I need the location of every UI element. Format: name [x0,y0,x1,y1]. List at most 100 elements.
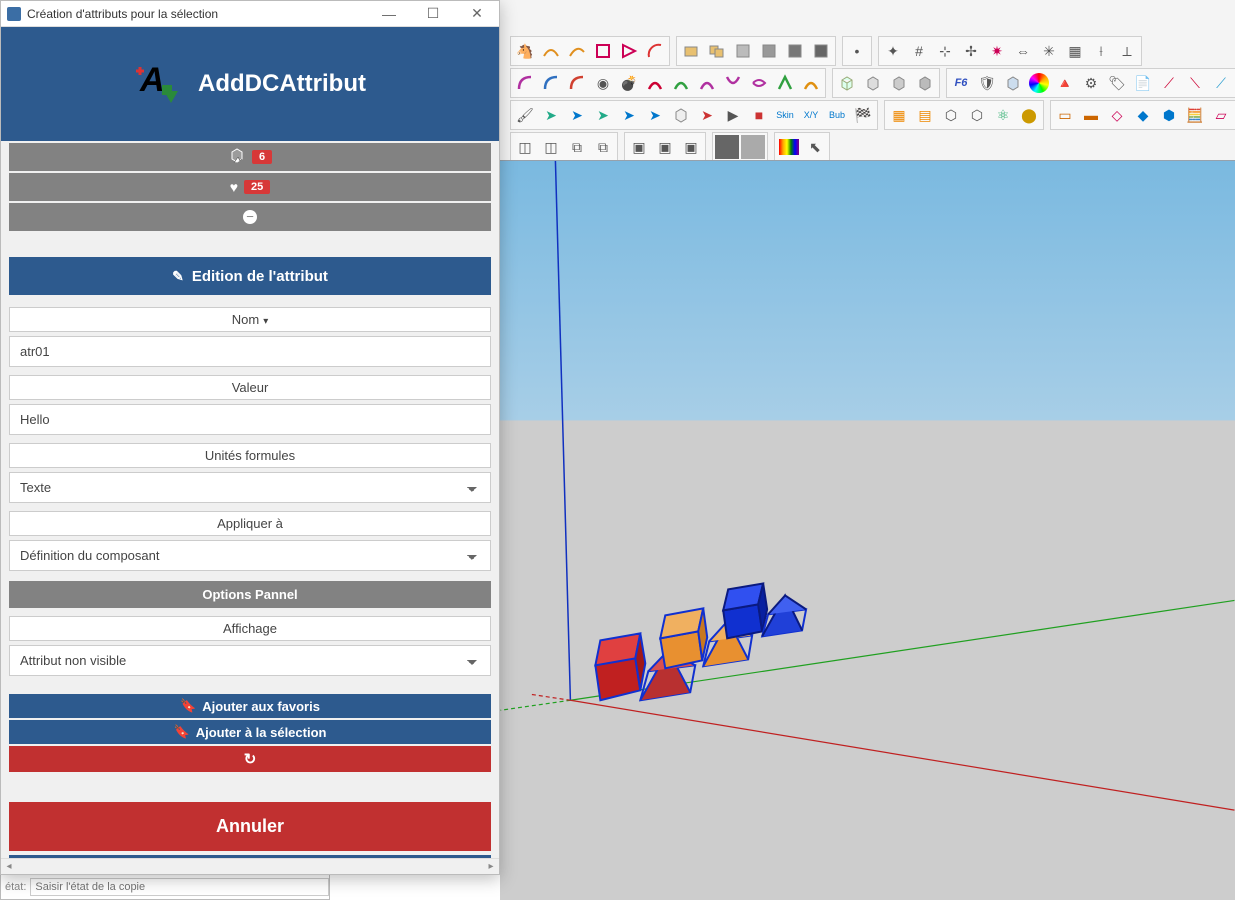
tool-dot-icon[interactable]: • [845,39,869,63]
tool-layer3-icon[interactable]: ▣ [679,135,703,159]
tool-shade1-icon[interactable] [715,135,739,159]
tool-comp4-icon[interactable]: ⧉ [591,135,615,159]
tool-shade2-icon[interactable] [741,135,765,159]
options-panel-button[interactable]: Options Pannel [9,581,491,608]
tool-skin-icon[interactable]: Skin [773,103,797,127]
tool-colorwheel-icon[interactable] [1027,71,1051,95]
tool-arc3-icon[interactable] [565,71,589,95]
scroll-right-icon[interactable]: ▸ [483,859,499,875]
tool-cube3-icon[interactable] [887,71,911,95]
tool-tag-icon[interactable]: 🏷 [1105,71,1129,95]
tool-measure-icon[interactable]: ⟂ [1115,39,1139,63]
tool-hex-icon[interactable]: ⬢ [1157,103,1181,127]
value-input[interactable] [9,404,491,435]
tool-arc2-icon[interactable] [539,71,563,95]
tool-move1-icon[interactable]: ⇔ [1011,39,1035,63]
apply-select[interactable]: Définition du composant [9,540,491,571]
tool-comp1-icon[interactable]: ◫ [513,135,537,159]
maximize-button[interactable]: ☐ [411,1,455,27]
tool-cube5-icon[interactable] [1001,71,1025,95]
tool-box6-icon[interactable] [809,39,833,63]
tool-grid4-icon[interactable]: ▤ [913,103,937,127]
tool-brush-icon[interactable]: 🖌 [513,103,537,127]
tool-axis2-icon[interactable]: ✢ [959,39,983,63]
3d-viewport[interactable] [500,160,1235,900]
collapse-bar[interactable]: − [9,203,491,231]
tool-bub-icon[interactable]: Bub [825,103,849,127]
tool-diamond1-icon[interactable]: ◇ [1105,103,1129,127]
display-select[interactable]: Attribut non visible [9,645,491,676]
tool-slash2-icon[interactable]: ⟍ [1183,71,1207,95]
units-select[interactable]: Texte [9,472,491,503]
cancel-button[interactable]: Annuler [9,802,491,851]
tool-rect1-icon[interactable]: ▭ [1053,103,1077,127]
tool-rainbow-icon[interactable] [777,135,801,159]
tool-target-icon[interactable]: ◉ [591,71,615,95]
model-pyramid-blue[interactable] [762,595,806,636]
tool-flag-icon[interactable]: 🏁 [851,103,875,127]
tool-arc7-icon[interactable] [721,71,745,95]
tool-shape1-icon[interactable] [591,39,615,63]
tool-arc10-icon[interactable] [799,71,823,95]
tool-box5-icon[interactable] [783,39,807,63]
model-cube-red[interactable] [595,633,645,700]
tool-slash3-icon[interactable]: ⟋ [1209,71,1233,95]
tool-arc5-icon[interactable] [669,71,693,95]
tool-arc4-icon[interactable] [643,71,667,95]
tool-slash1-icon[interactable]: ⟋ [1157,71,1181,95]
tool-comp3-icon[interactable]: ⧉ [565,135,589,159]
tool-box1-icon[interactable] [679,39,703,63]
tool-arc6-icon[interactable] [695,71,719,95]
tool-arc9-icon[interactable] [773,71,797,95]
tool-layer1-icon[interactable]: ▣ [627,135,651,159]
name-label[interactable]: Nom▾ [9,307,491,332]
tool-box2-icon[interactable] [705,39,729,63]
tool-gear-icon[interactable]: ⚙ [1079,71,1103,95]
tool-layer2-icon[interactable]: ▣ [653,135,677,159]
tool-xy-icon[interactable]: X/Y [799,103,823,127]
tool-arc8-icon[interactable] [747,71,771,95]
components-count-bar[interactable]: 6 [9,143,491,171]
tool-arc-icon[interactable] [643,39,667,63]
tool-arrow5-icon[interactable]: ➤ [643,103,667,127]
tool-axis1-icon[interactable]: ⊹ [933,39,957,63]
tool-f6-icon[interactable]: F6 [949,71,973,95]
tool-comp2-icon[interactable]: ◫ [539,135,563,159]
minimize-button[interactable]: — [367,1,411,27]
create-list-button[interactable]: Créer la liste d'attributs [9,855,491,858]
tool-grid2-icon[interactable]: ▦ [1063,39,1087,63]
favorites-count-bar[interactable]: ♥ 25 [9,173,491,201]
tool-rect2-icon[interactable]: ▬ [1079,103,1103,127]
tool-calc-icon[interactable]: 🧮 [1183,103,1207,127]
etat-input[interactable] [30,878,329,896]
model-cube-blue[interactable] [723,583,767,638]
tool-grid3-icon[interactable]: ▦ [887,103,911,127]
tool-arrow3-icon[interactable]: ➤ [591,103,615,127]
tool-origin-icon[interactable]: ✦ [881,39,905,63]
tool-note-icon[interactable]: ▱ [1209,103,1233,127]
tool-cube1-icon[interactable] [835,71,859,95]
tool-cube6-icon[interactable] [669,103,693,127]
tool-horse-icon[interactable]: 🐴 [513,39,537,63]
close-button[interactable]: ✕ [455,1,499,27]
tool-shield-icon[interactable]: 🛡 [975,71,999,95]
tool-box3-icon[interactable] [731,39,755,63]
tool-snap1-icon[interactable]: ✳ [1037,39,1061,63]
tool-play-icon[interactable]: ▶ [721,103,745,127]
tool-atom-icon[interactable]: ⚛ [991,103,1015,127]
tool-cursor-icon[interactable]: ⬉ [803,135,827,159]
tool-shield2-icon[interactable]: ⬡ [939,103,963,127]
tool-doc-icon[interactable]: 📄 [1131,71,1155,95]
tool-stop-icon[interactable]: ■ [747,103,771,127]
add-selection-button[interactable]: 🔖 Ajouter à la sélection [9,720,491,744]
tool-sphere-icon[interactable]: ⬤ [1017,103,1041,127]
tool-curve2-icon[interactable] [565,39,589,63]
tool-arrow4-icon[interactable]: ➤ [617,103,641,127]
horizontal-scrollbar[interactable]: ◂ ▸ [1,858,499,874]
tool-cube4-icon[interactable] [913,71,937,95]
refresh-button[interactable]: ↻ [9,746,491,772]
tool-prism-icon[interactable]: 🔺 [1053,71,1077,95]
tool-bomb-icon[interactable]: 💣 [617,71,641,95]
tool-arrow6-icon[interactable]: ➤ [695,103,719,127]
tool-shape2-icon[interactable] [617,39,641,63]
